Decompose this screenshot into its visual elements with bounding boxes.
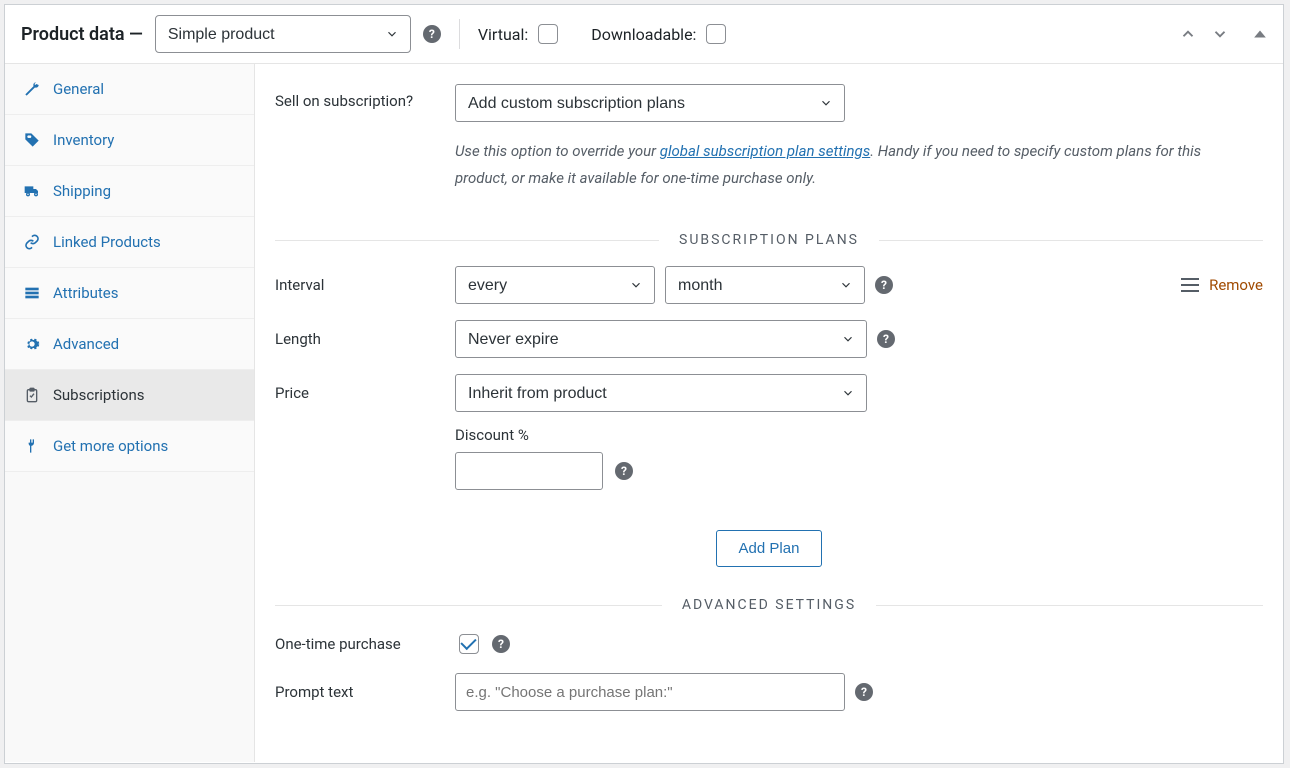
plan-interval-row: Interval every month [275, 258, 1263, 312]
one-time-purchase-row: One-time purchase ? [275, 623, 1263, 665]
tab-shipping[interactable]: Shipping [5, 166, 254, 217]
help-icon[interactable]: ? [875, 276, 893, 294]
add-plan-row: Add Plan [275, 530, 1263, 567]
help-icon[interactable]: ? [423, 25, 441, 43]
add-plan-button[interactable]: Add Plan [716, 530, 823, 567]
plan-price-row: Price Inherit from product [275, 366, 1263, 420]
discount-label: Discount % [455, 426, 1263, 444]
panel-title: Product data — [21, 24, 143, 45]
sell-on-subscription-label: Sell on subscription? [275, 84, 455, 110]
remove-plan-link[interactable]: Remove [1209, 276, 1263, 294]
help-icon[interactable]: ? [877, 330, 895, 348]
tab-linked-products[interactable]: Linked Products [5, 217, 254, 268]
discount-input[interactable] [455, 452, 603, 490]
subscription-mode-select-wrap: Add custom subscription plans [455, 84, 845, 122]
interval-unit-select[interactable]: month [665, 266, 865, 304]
product-data-tabs: General Inventory Shipping Linked Produc… [5, 64, 255, 762]
advanced-settings-divider: ADVANCED SETTINGS [275, 597, 1263, 613]
subscription-mode-select[interactable]: Add custom subscription plans [455, 84, 845, 122]
gear-icon [23, 335, 41, 353]
divider [459, 19, 460, 49]
subscription-plans-divider: SUBSCRIPTION PLANS [275, 232, 1263, 248]
downloadable-checkbox[interactable] [706, 24, 726, 44]
list-icon [23, 284, 41, 302]
help-icon[interactable]: ? [615, 462, 633, 480]
virtual-checkbox[interactable] [538, 24, 558, 44]
move-down-icon[interactable] [1211, 25, 1229, 43]
panel-header: Product data — Simple product ? Virtual:… [5, 5, 1283, 64]
one-time-purchase-checkbox[interactable] [459, 634, 479, 654]
link-icon [23, 233, 41, 251]
interval-every-select[interactable]: every [455, 266, 655, 304]
panel-body: General Inventory Shipping Linked Produc… [5, 64, 1283, 762]
wrench-icon [23, 80, 41, 98]
toggle-panel-icon[interactable] [1253, 27, 1267, 41]
product-type-select[interactable]: Simple product [155, 15, 411, 53]
discount-block: Discount % ? [455, 426, 1263, 490]
length-select[interactable]: Never expire [455, 320, 867, 358]
tab-subscriptions[interactable]: Subscriptions [5, 370, 254, 421]
sell-on-subscription-row: Sell on subscription? Add custom subscri… [275, 64, 1263, 202]
prompt-text-row: Prompt text ? [275, 665, 1263, 719]
global-plan-settings-link[interactable]: global subscription plan settings [660, 142, 870, 160]
tab-attributes[interactable]: Attributes [5, 268, 254, 319]
subscription-mode-description: Use this option to override your global … [455, 138, 1235, 192]
plugin-icon [23, 437, 41, 455]
truck-icon [23, 182, 41, 200]
downloadable-toggle[interactable]: Downloadable: [591, 21, 729, 47]
plan-length-row: Length Never expire ? [275, 312, 1263, 366]
tab-content: Sell on subscription? Add custom subscri… [255, 64, 1283, 762]
clipboard-icon [23, 386, 41, 404]
tab-inventory[interactable]: Inventory [5, 115, 254, 166]
downloadable-label: Downloadable: [591, 25, 696, 44]
product-data-panel: Product data — Simple product ? Virtual:… [4, 4, 1284, 764]
tab-get-more-options[interactable]: Get more options [5, 421, 254, 472]
move-up-icon[interactable] [1179, 25, 1197, 43]
tab-general[interactable]: General [5, 64, 254, 115]
panel-order-controls [1179, 25, 1267, 43]
virtual-label: Virtual: [478, 25, 528, 44]
virtual-toggle[interactable]: Virtual: [478, 21, 561, 47]
tag-icon [23, 131, 41, 149]
help-icon[interactable]: ? [855, 683, 873, 701]
prompt-text-input[interactable] [455, 673, 845, 711]
help-icon[interactable]: ? [492, 635, 510, 653]
price-select[interactable]: Inherit from product [455, 374, 867, 412]
tab-advanced[interactable]: Advanced [5, 319, 254, 370]
product-type-select-wrap: Simple product [155, 15, 411, 53]
drag-handle-icon[interactable] [1181, 278, 1199, 292]
